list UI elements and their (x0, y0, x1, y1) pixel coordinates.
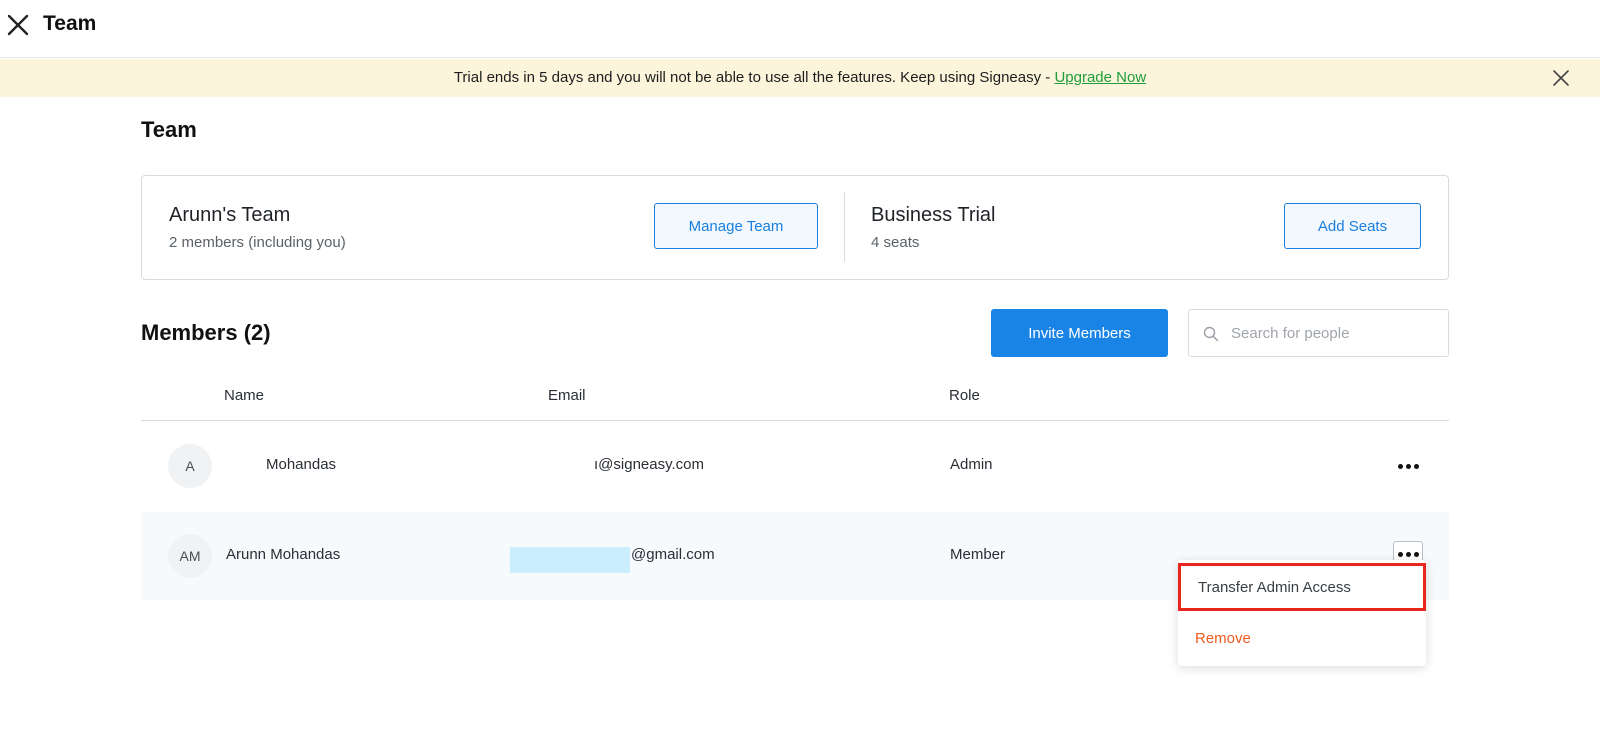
section-title: Team (141, 117, 197, 142)
redacted-email-block (510, 547, 630, 573)
plan-name: Business Trial (871, 204, 996, 226)
more-icon-dot (1397, 463, 1403, 469)
add-seats-button[interactable]: Add Seats (1284, 203, 1421, 249)
invite-members-button[interactable]: Invite Members (991, 309, 1168, 357)
close-icon[interactable] (6, 13, 30, 37)
more-icon-dot (1413, 463, 1419, 469)
search-input[interactable] (1231, 310, 1443, 356)
more-icon-dot (1405, 463, 1411, 469)
more-icon-dot (1397, 551, 1403, 557)
member-name: Mohandas (266, 456, 337, 473)
members-title: Members (2) (141, 320, 271, 345)
team-name: Arunn's Team (169, 204, 291, 226)
more-icon-dot (1405, 551, 1411, 557)
member-name: Arunn Mohandas (226, 546, 341, 563)
column-header-email: Email (548, 387, 586, 404)
member-email: @gmail.com (631, 546, 715, 563)
avatar: A (168, 444, 212, 488)
card-divider (844, 192, 845, 262)
upgrade-now-link[interactable]: Upgrade Now (1054, 69, 1146, 86)
transfer-admin-access-menu-item[interactable]: Transfer Admin Access (1178, 563, 1426, 611)
team-member-count: 2 members (including you) (169, 234, 346, 251)
trial-banner: Trial ends in 5 days and you will not be… (0, 59, 1600, 97)
page-header-title: Team (43, 12, 97, 35)
trial-banner-text: Trial ends in 5 days and you will not be… (453, 69, 1055, 86)
top-bar: Team (0, 0, 1600, 58)
trial-banner-message: Trial ends in 5 days and you will not be… (0, 69, 1600, 86)
avatar: AM (168, 534, 212, 578)
member-options-menu: Transfer Admin Access Remove (1178, 560, 1426, 666)
table-row: A Mohandas ı@signeasy.com Admin (141, 422, 1449, 510)
manage-team-button[interactable]: Manage Team (654, 203, 818, 249)
search-box[interactable] (1188, 309, 1449, 357)
plan-seat-count: 4 seats (871, 234, 920, 251)
column-header-role: Role (949, 387, 980, 404)
column-header-name: Name (224, 387, 265, 404)
member-role: Admin (950, 456, 993, 473)
banner-close-icon[interactable] (1552, 69, 1570, 87)
remove-member-menu-item[interactable]: Remove (1178, 614, 1426, 662)
team-summary-card: Arunn's Team 2 members (including you) M… (141, 175, 1449, 280)
member-role: Member (950, 546, 1006, 563)
member-email: ı@signeasy.com (594, 456, 704, 473)
more-options-button[interactable] (1393, 453, 1423, 479)
search-icon (1203, 326, 1219, 342)
members-table-header: Name Email Role (141, 380, 1449, 421)
more-icon-dot (1413, 551, 1419, 557)
